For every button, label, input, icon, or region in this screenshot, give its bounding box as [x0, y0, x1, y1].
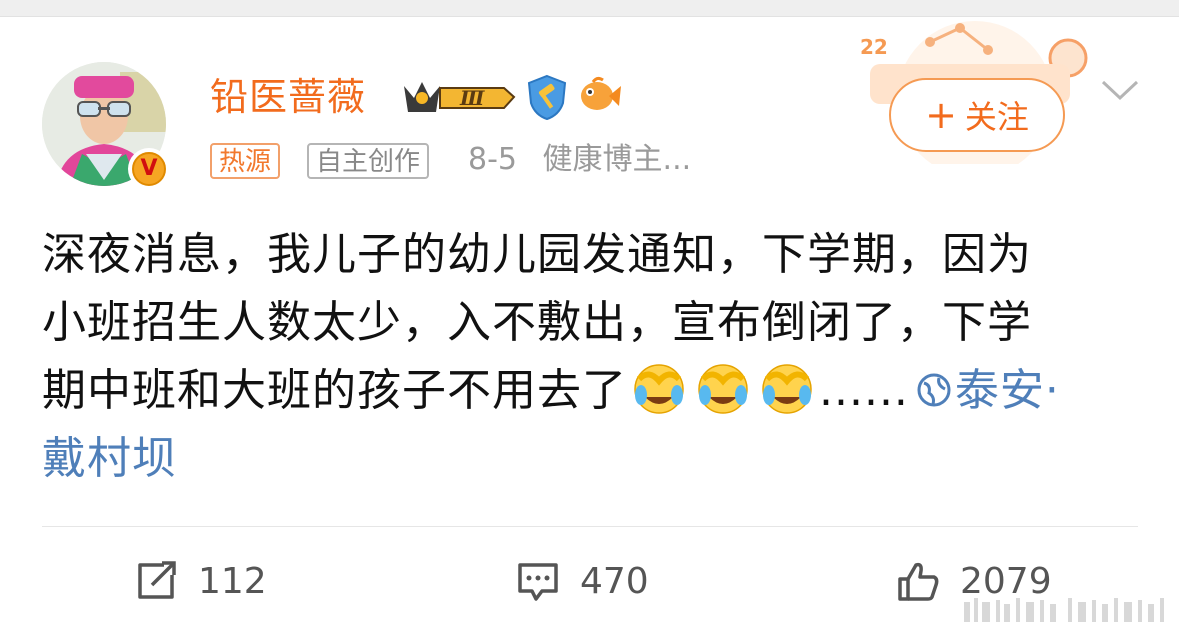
svg-text:22: 22 [860, 35, 888, 59]
laugh-cry-emoji-icon [762, 364, 812, 414]
post-meta: 8-5 健康博主... [468, 140, 707, 180]
fish-icon [581, 76, 621, 110]
verified-badge: V [128, 148, 170, 190]
laugh-cry-emoji-icon [634, 364, 684, 414]
location-link-cont[interactable]: 戴村坝 [42, 425, 1142, 493]
crown-level-badge-icon: Ⅲ [404, 82, 516, 112]
watermark-overlay [958, 594, 1176, 624]
thumbs-up-icon [898, 562, 939, 601]
location-icon [917, 373, 951, 407]
user-category: 健康博主... [542, 142, 692, 177]
original-tag: 自主创作 [307, 143, 430, 179]
comment-icon [518, 563, 558, 601]
follow-label: 关注 [964, 98, 1029, 136]
comment-button[interactable]: 470 [516, 554, 649, 608]
post-line-3: 期中班和大班的孩子不用去了 ...... 泰安· [42, 357, 1142, 425]
hot-tag: 热源 [210, 143, 281, 179]
post-text: 深夜消息，我儿子的幼儿园发通知，下学期，因为 小班招生人数太少，入不敷出，宣布倒… [42, 221, 1142, 493]
repost-button[interactable]: 112 [134, 554, 267, 608]
level-badge-text: Ⅲ [459, 86, 485, 110]
post-date: 8-5 [468, 142, 517, 177]
post-line-1: 深夜消息，我儿子的幼儿园发通知，下学期，因为 [42, 229, 1032, 280]
plus-icon: + [925, 93, 957, 137]
post-ellipsis: ...... [819, 365, 909, 416]
location-link[interactable]: 泰安· [955, 365, 1060, 416]
laugh-cry-emoji-icon [698, 364, 748, 414]
username[interactable]: 铅医蔷薇 [210, 70, 366, 124]
divider [42, 526, 1138, 527]
comment-count: 470 [580, 560, 649, 602]
repost-count: 112 [198, 560, 267, 602]
chevron-down-icon[interactable] [1100, 78, 1140, 102]
follow-button[interactable]: + 关注 [889, 78, 1065, 152]
shield-hammer-icon [527, 74, 567, 121]
post-line-3-text: 期中班和大班的孩子不用去了 [42, 365, 627, 416]
share-icon [138, 561, 176, 599]
post-line-2: 小班招生人数太少，入不敷出，宣布倒闭了，下学 [42, 297, 1032, 348]
verified-mark: V [132, 152, 166, 186]
